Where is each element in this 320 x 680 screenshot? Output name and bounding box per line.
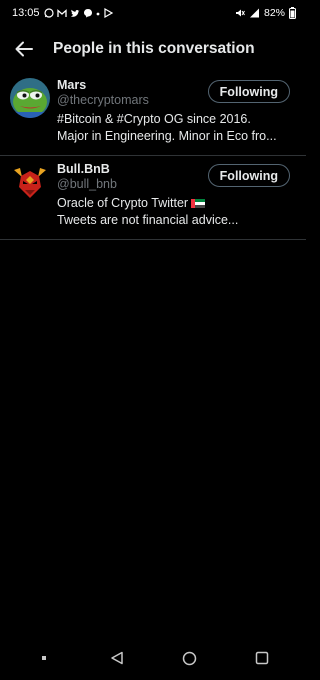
square-recents-icon [255,651,268,665]
status-time: 13:05 [12,7,40,19]
avatar-mars[interactable] [10,78,50,118]
nav-menu-button[interactable] [14,643,74,673]
twitter-icon [70,9,80,17]
gmail-icon [56,8,67,17]
avatar-bull-bnb[interactable] [10,162,50,202]
user-bio: Oracle of Crypto Twitter Tweets are not … [57,195,290,229]
system-nav-bar [0,636,306,680]
triangle-back-icon [111,651,123,665]
battery-percent: 82% [263,7,285,19]
user-display-name[interactable]: Mars [57,78,208,93]
whatsapp-icon [43,8,54,18]
bio-line-1: #Bitcoin & #Crypto OG since 2016. [57,112,251,126]
following-button[interactable]: Following [207,80,290,103]
arrow-left-icon [15,41,33,57]
bio-line-1: Oracle of Crypto Twitter [57,196,189,210]
nav-back-button[interactable] [87,643,147,673]
bio-line-2: Major in Engineering. Minor in Eco fro..… [57,129,277,143]
mute-icon [235,9,245,17]
page-title: People in this conversation [53,40,255,57]
circle-home-icon [182,651,196,665]
nav-home-button[interactable] [159,643,219,673]
user-display-name[interactable]: Bull.BnB [57,162,208,177]
user-bio: #Bitcoin & #Crypto OG since 2016. Major … [57,111,290,145]
user-row-bull-bnb[interactable]: Bull.BnB @bull_bnb Following Oracle of C… [0,156,306,240]
battery-icon [289,7,296,19]
nav-recents-button[interactable] [232,643,292,673]
pepe-avatar-icon [10,78,50,118]
dot-icon [96,12,99,16]
signal-icon [249,8,259,18]
dot-icon [42,656,47,660]
user-row-mars[interactable]: Mars @thecryptomars Following #Bitcoin &… [0,72,306,156]
back-button[interactable] [12,37,36,61]
bio-line-2: Tweets are not financial advice... [57,213,239,227]
bull-avatar-icon [10,162,50,202]
following-button[interactable]: Following [207,164,290,187]
app-header: People in this conversation [0,26,306,72]
uae-flag-icon [191,199,206,208]
status-bar: 13:05 82% [0,0,306,26]
user-handle[interactable]: @bull_bnb [57,177,208,192]
messenger-icon [83,9,92,18]
play-icon [103,8,113,18]
user-handle[interactable]: @thecryptomars [57,93,208,108]
